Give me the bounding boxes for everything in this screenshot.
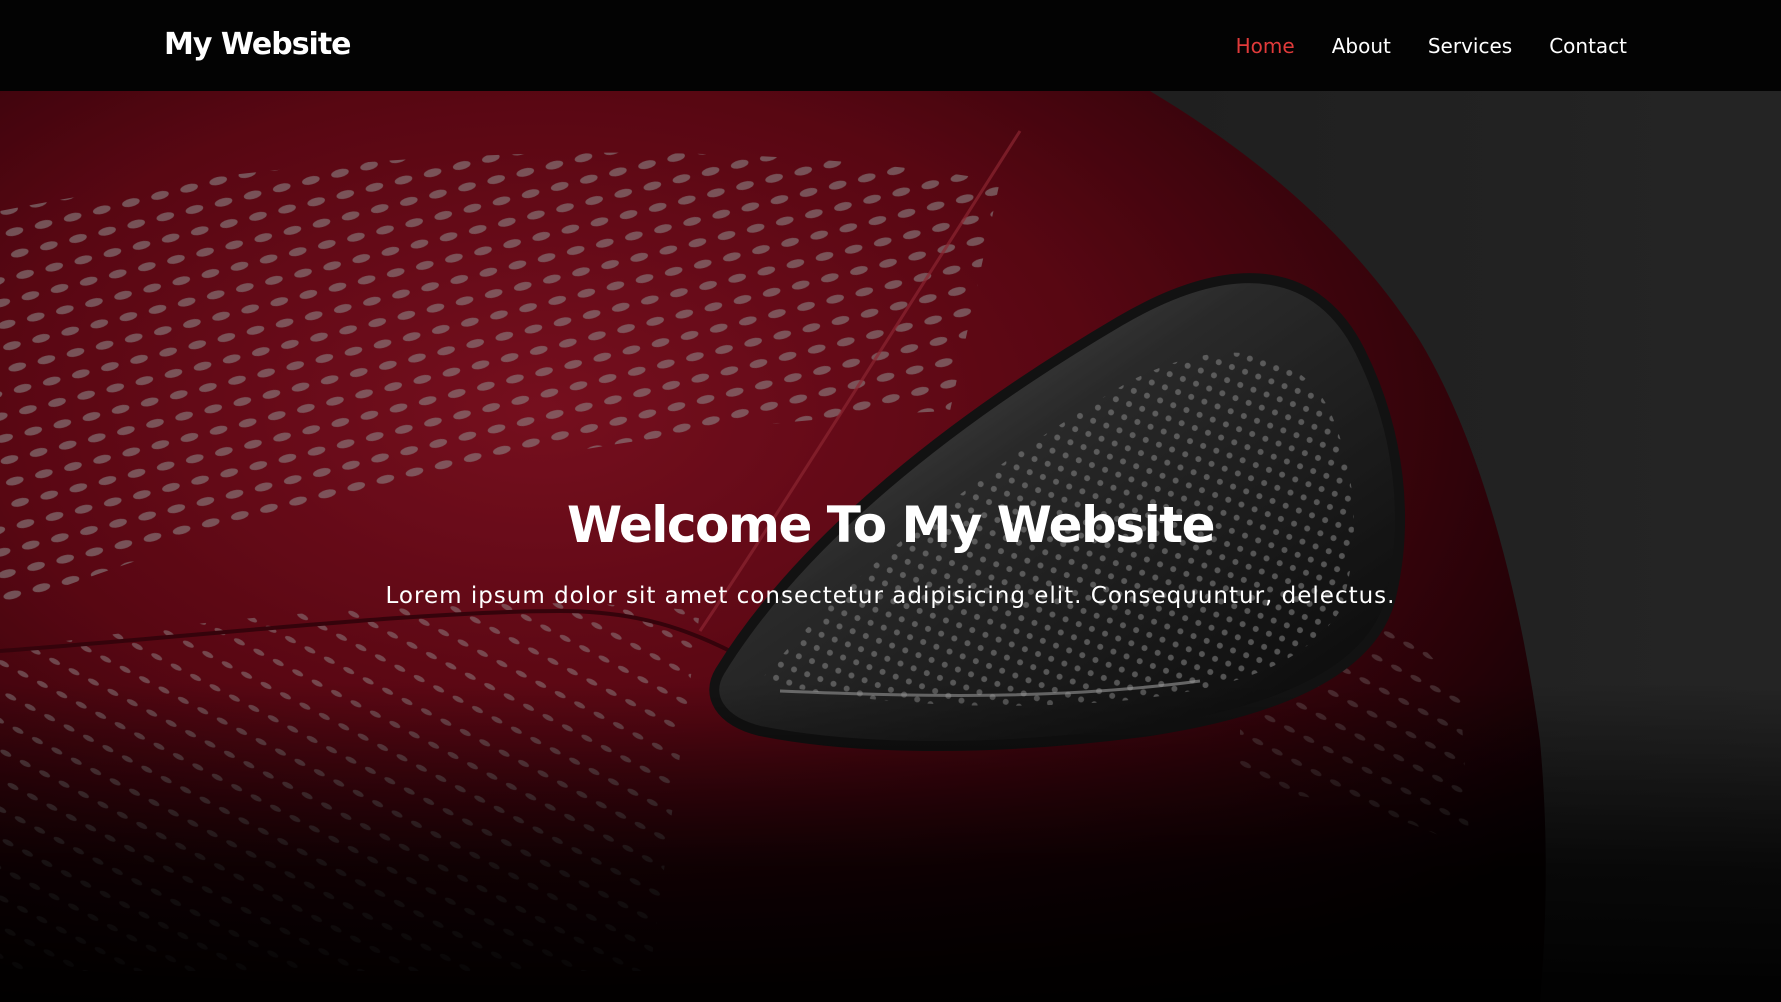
- nav-menu: Home About Services Contact: [1236, 30, 1627, 62]
- nav-link-contact[interactable]: Contact: [1549, 30, 1627, 62]
- nav-link-home[interactable]: Home: [1236, 30, 1295, 62]
- hero-subtitle: Lorem ipsum dolor sit amet consectetur a…: [385, 583, 1396, 609]
- navbar: My Website Home About Services Contact: [0, 0, 1781, 91]
- hero-section: Welcome To My Website Lorem ipsum dolor …: [0, 91, 1781, 1002]
- page: My Website Home About Services Contact W…: [0, 0, 1781, 1002]
- brand-logo[interactable]: My Website: [164, 25, 352, 65]
- hero-title: Welcome To My Website: [566, 495, 1216, 554]
- nav-link-services[interactable]: Services: [1428, 30, 1512, 62]
- nav-link-about[interactable]: About: [1332, 30, 1391, 62]
